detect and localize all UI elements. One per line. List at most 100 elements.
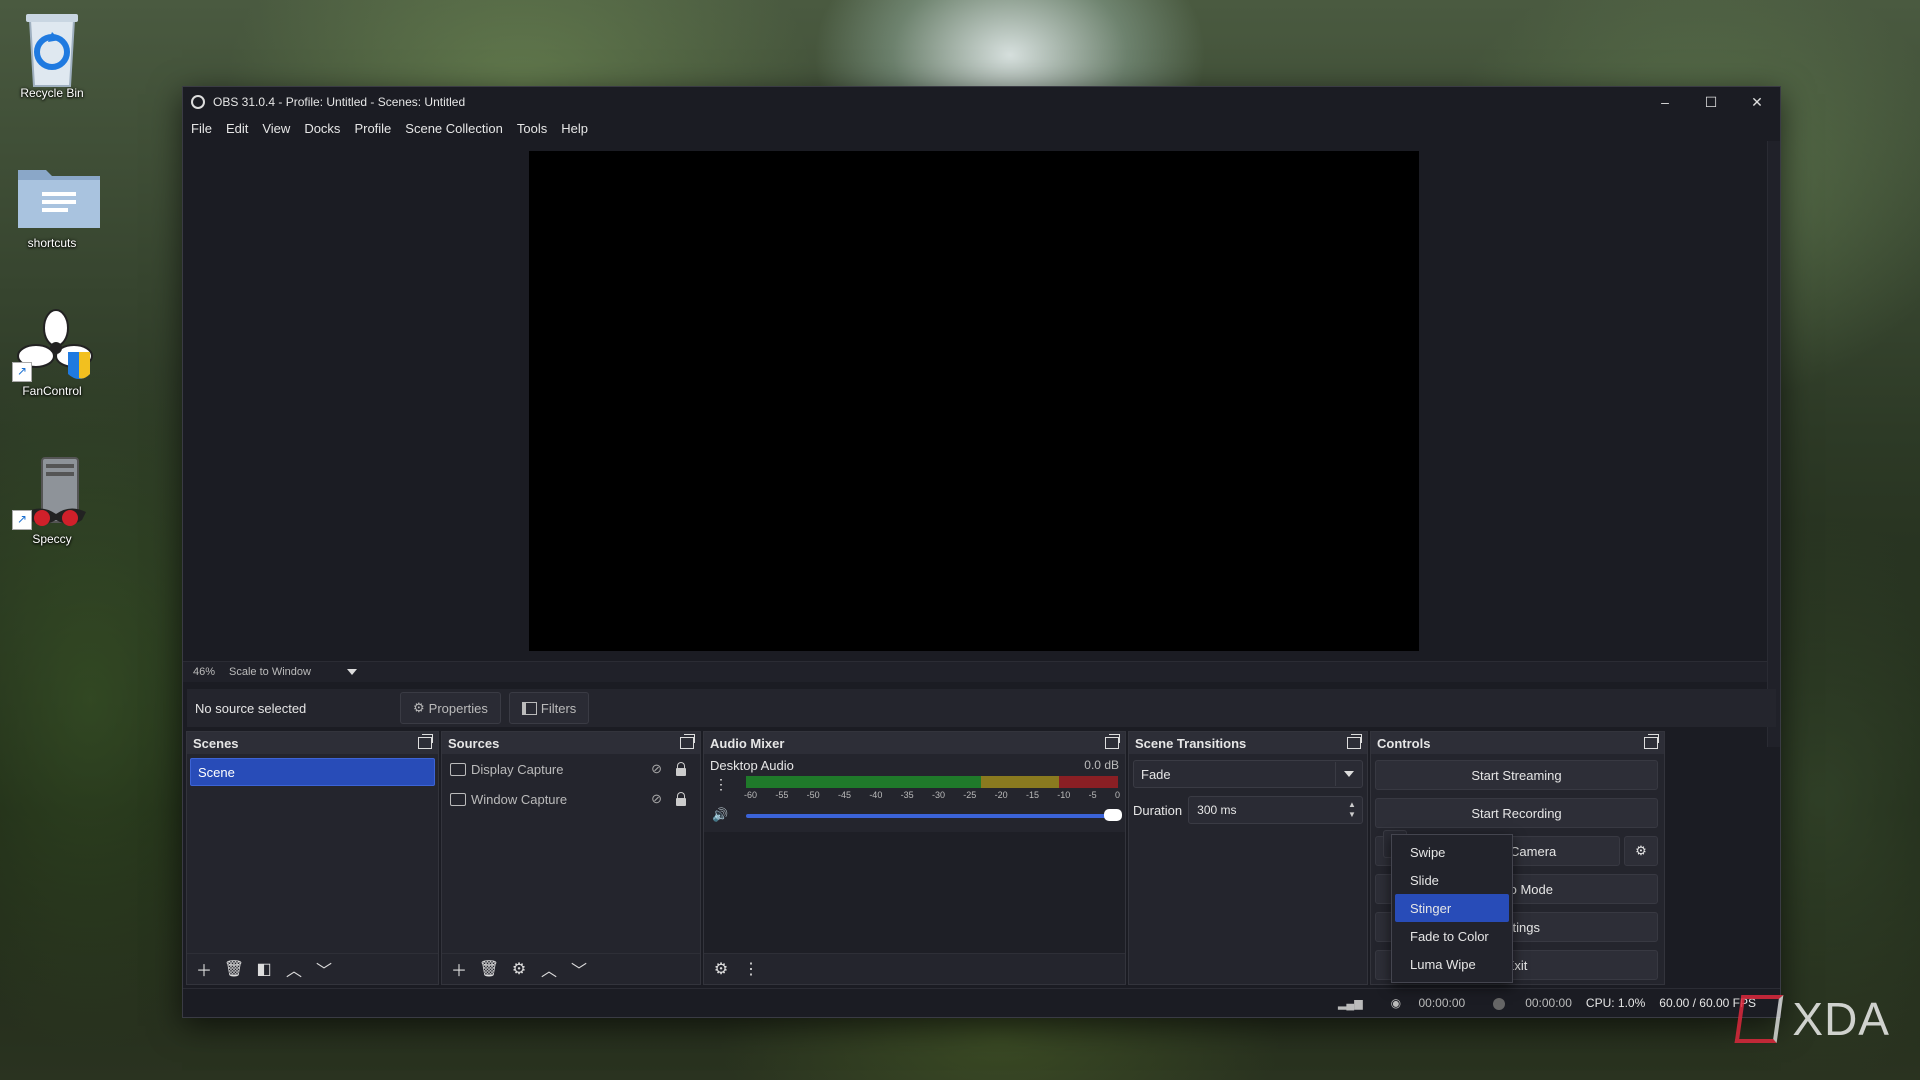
filters-icon[interactable]: ◧ <box>251 957 277 981</box>
menu-docks[interactable]: Docks <box>304 121 340 136</box>
stream-status: ◉ 00:00:00 <box>1377 996 1466 1010</box>
status-bar: ▂▄▆ ◉ 00:00:00 00:00:00 CPU: 1.0% 60.00 … <box>183 988 1780 1017</box>
desktop-icon-speccy[interactable]: ↗ Speccy <box>8 456 96 546</box>
scenes-toolbar: ＋ 🗑 ◧ ︿ ﹀ <box>187 953 438 984</box>
preview-scrollbar[interactable] <box>1767 141 1780 747</box>
menu-profile[interactable]: Profile <box>354 121 391 136</box>
undock-icon[interactable] <box>1105 734 1120 749</box>
folder-icon <box>16 160 100 232</box>
mixer-toolbar: ⚙ ⋮ <box>704 953 1125 984</box>
preview-area <box>183 141 1780 741</box>
menu-help[interactable]: Help <box>561 121 588 136</box>
dock-title: Audio Mixer <box>710 735 785 751</box>
spin-down-icon[interactable]: ▼ <box>1348 810 1356 820</box>
duration-input[interactable]: 300 ms ▲ ▼ <box>1188 796 1363 824</box>
sources-dock-header: Sources <box>442 732 700 754</box>
chevron-down-icon[interactable]: ﹀ <box>566 957 592 981</box>
scenes-dock: Scenes Scene ＋ 🗑 ◧ ︿ ﹀ <box>186 731 439 985</box>
menu-tools[interactable]: Tools <box>517 121 547 136</box>
menu-item-slide[interactable]: Slide <box>1395 866 1509 894</box>
mixer-empty-area <box>704 832 1125 954</box>
chevron-down-icon[interactable]: ﹀ <box>311 957 337 981</box>
desktop-icon-label: shortcuts <box>27 236 77 250</box>
menu-edit[interactable]: Edit <box>226 121 248 136</box>
menu-file[interactable]: File <box>191 121 212 136</box>
chevron-down-icon[interactable] <box>1335 762 1362 786</box>
trash-icon[interactable]: 🗑 <box>476 957 502 981</box>
undock-icon[interactable] <box>680 734 695 749</box>
trash-icon[interactable]: 🗑 <box>221 957 247 981</box>
source-name: Display Capture <box>471 761 564 777</box>
tick-label: 0 <box>1114 790 1120 800</box>
lock-icon[interactable] <box>676 762 686 776</box>
meter-green <box>746 776 981 788</box>
minimize-button[interactable]: – <box>1642 87 1688 117</box>
source-list-item[interactable]: Display Capture ⊘ <box>442 754 700 784</box>
eye-hidden-icon[interactable]: ⊘ <box>651 791 662 807</box>
gear-icon[interactable]: ⚙ <box>506 957 532 981</box>
chevron-up-icon[interactable]: ︿ <box>281 957 307 981</box>
undock-icon[interactable] <box>1644 734 1659 749</box>
record-time: 00:00:00 <box>1525 996 1572 1010</box>
spin-up-icon[interactable]: ▲ <box>1348 800 1356 810</box>
undock-icon[interactable] <box>418 734 433 749</box>
preview-canvas[interactable] <box>529 151 1419 651</box>
filters-label: Filters <box>540 700 577 716</box>
virtual-camera-gear-icon[interactable]: ⚙ <box>1624 836 1658 866</box>
add-icon[interactable]: ＋ <box>446 957 472 981</box>
source-status: No source selected <box>195 700 307 716</box>
gear-icon: ⚙ <box>413 700 425 715</box>
volume-slider[interactable] <box>746 809 1122 821</box>
desktop-icon-recycle-bin[interactable]: Recycle Bin <box>8 10 96 100</box>
menu-item-swipe[interactable]: Swipe <box>1395 838 1509 866</box>
filters-button[interactable]: Filters <box>508 692 590 724</box>
obs-window: OBS 31.0.4 - Profile: Untitled - Scenes:… <box>182 86 1781 1018</box>
menu-item-fade-to-color[interactable]: Fade to Color <box>1395 922 1509 950</box>
scene-transitions-header: Scene Transitions <box>1129 732 1367 754</box>
menu-item-luma-wipe[interactable]: Luma Wipe <box>1395 950 1509 978</box>
scene-name: Scene <box>198 764 235 780</box>
eye-hidden-icon[interactable]: ⊘ <box>651 761 662 777</box>
source-toolbar: No source selected ⚙ Properties Filters <box>187 689 1776 727</box>
title-bar[interactable]: OBS 31.0.4 - Profile: Untitled - Scenes:… <box>183 87 1780 117</box>
undock-icon[interactable] <box>1347 734 1362 749</box>
signal-bars-icon: ▂▄▆ <box>1337 997 1363 1010</box>
dock-title: Scenes <box>193 735 239 751</box>
kebab-menu-icon[interactable]: ⋮ <box>714 776 728 793</box>
duration-spinner[interactable]: ▲ ▼ <box>1342 797 1362 823</box>
fan-icon: ↗ <box>12 308 93 382</box>
meter-ticks: -60 -55 -50 -45 -40 -35 -30 -25 -20 -15 … <box>744 790 1120 800</box>
window-title: OBS 31.0.4 - Profile: Untitled - Scenes:… <box>213 95 466 109</box>
stream-icon: ◉ <box>1390 996 1405 1010</box>
chevron-down-icon[interactable] <box>347 669 358 675</box>
scenes-dock-header: Scenes <box>187 732 438 754</box>
properties-button[interactable]: ⚙ Properties <box>400 692 501 724</box>
scene-list-item[interactable]: Scene <box>190 758 435 786</box>
maximize-button[interactable]: ☐ <box>1688 87 1734 117</box>
add-icon[interactable]: ＋ <box>191 957 217 981</box>
scene-transitions-dock: Scene Transitions Fade Duration 300 ms ▲… <box>1128 731 1368 985</box>
speaker-icon[interactable]: 🔊 <box>712 807 728 823</box>
menu-scene-collection[interactable]: Scene Collection <box>405 121 503 136</box>
menu-view[interactable]: View <box>262 121 290 136</box>
desktop-icon-fancontrol[interactable]: ↗ FanControl <box>8 308 96 398</box>
desktop-icon-shortcuts[interactable]: shortcuts <box>8 160 100 250</box>
menu-item-stinger[interactable]: Stinger <box>1395 894 1509 922</box>
transition-select[interactable]: Fade <box>1133 760 1363 788</box>
record-status: 00:00:00 <box>1479 996 1572 1010</box>
close-button[interactable]: ✕ <box>1734 87 1780 117</box>
chevron-up-icon[interactable]: ︿ <box>536 957 562 981</box>
audio-mixer-dock: Audio Mixer Desktop Audio 0.0 dB ⋮ -60 -… <box>703 731 1126 985</box>
volume-slider-handle[interactable] <box>1104 809 1122 821</box>
start-streaming-button[interactable]: Start Streaming <box>1375 760 1658 790</box>
duration-label: Duration <box>1133 802 1183 818</box>
audio-mixer-header: Audio Mixer <box>704 732 1125 754</box>
advanced-audio-gear-icon[interactable]: ⚙ <box>708 957 734 981</box>
mixer-channel: Desktop Audio 0.0 dB ⋮ -60 -55 -50 -45 -… <box>704 754 1125 832</box>
scale-mode-select[interactable]: Scale to Window <box>229 666 339 678</box>
channel-level: 0.0 dB <box>1084 758 1119 772</box>
kebab-menu-icon[interactable]: ⋮ <box>738 957 764 981</box>
source-list-item[interactable]: Window Capture ⊘ <box>442 784 700 814</box>
lock-icon[interactable] <box>676 792 686 806</box>
start-recording-button[interactable]: Start Recording <box>1375 798 1658 828</box>
